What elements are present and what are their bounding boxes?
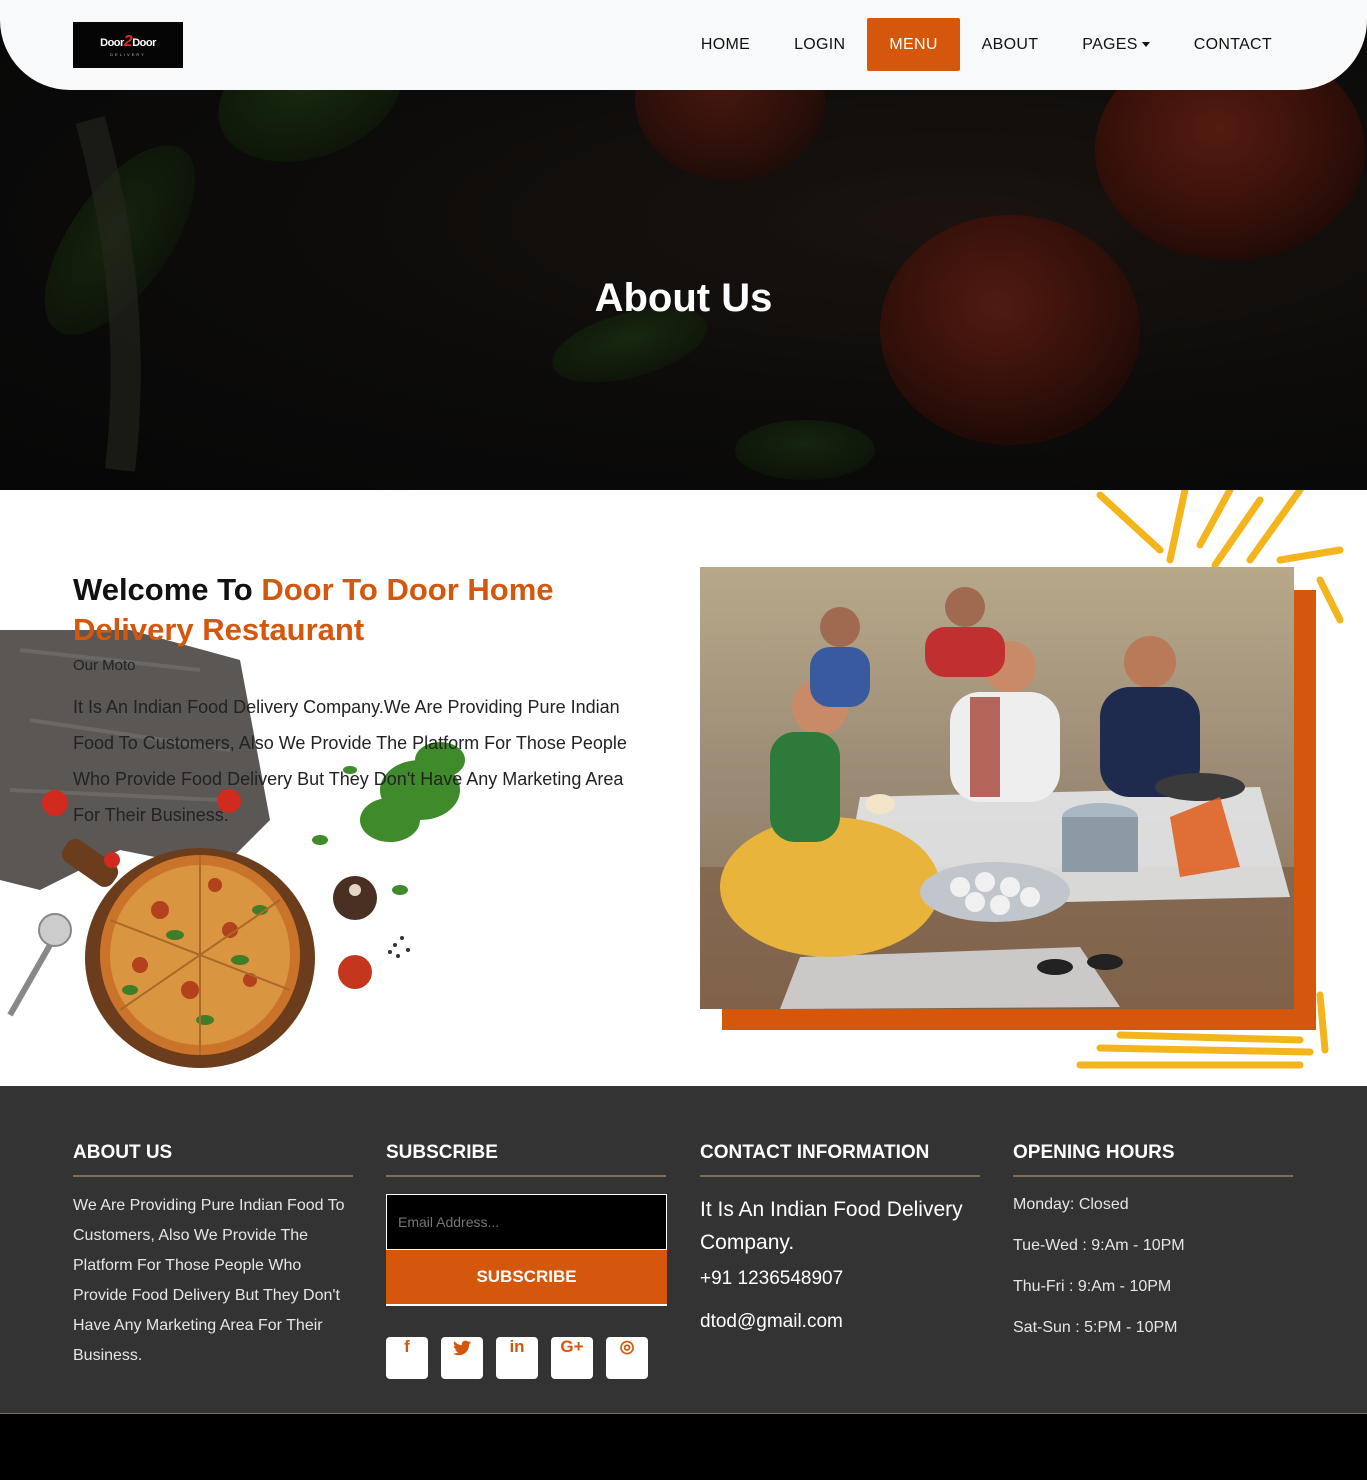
- caret-down-icon: [1141, 42, 1150, 47]
- nav-item-pages[interactable]: PAGES: [1060, 18, 1171, 71]
- nav-item-pages-label: PAGES: [1082, 35, 1138, 53]
- about-painting-image: [700, 567, 1294, 1009]
- instagram-icon[interactable]: ◎: [606, 1337, 648, 1379]
- nav-menu: HOME LOGIN MENU ABOUT PAGES CONTACT: [679, 18, 1294, 71]
- painting-illustration: [700, 567, 1294, 1009]
- contact-phone[interactable]: +91 1236548907: [700, 1268, 980, 1290]
- hours-row: Monday: Closed: [1013, 1196, 1129, 1213]
- contact-description: It Is An Indian Food Delivery Company.: [700, 1198, 963, 1254]
- about-subheading: Our Moto: [73, 657, 136, 674]
- nav-item-about[interactable]: ABOUT: [960, 18, 1061, 71]
- contact-email[interactable]: dtod@gmail.com: [700, 1311, 980, 1333]
- hours-row: Thu-Fri : 9:Am - 10PM: [1013, 1278, 1172, 1295]
- footer-about-title: ABOUT US: [73, 1142, 353, 1177]
- page-title: About Us: [594, 276, 773, 320]
- welcome-heading-plain: Welcome To: [73, 572, 262, 607]
- google-plus-icon[interactable]: G+: [551, 1337, 593, 1379]
- footer: ABOUT US We Are Providing Pure Indian Fo…: [0, 1086, 1367, 1413]
- footer-subscribe-column: SUBSCRIBE SUBSCRIBE f in G+ ◎: [386, 1142, 667, 1379]
- footer-about-column: ABOUT US We Are Providing Pure Indian Fo…: [73, 1142, 353, 1371]
- twitter-icon[interactable]: [441, 1337, 483, 1379]
- logo-text: Door2Door: [100, 33, 156, 50]
- nav-item-menu[interactable]: MENU: [867, 18, 960, 71]
- navbar: Door2Door DELIVERY HOME LOGIN MENU ABOUT…: [0, 0, 1367, 90]
- social-links: f in G+ ◎: [386, 1337, 666, 1379]
- twitter-bird-glyph: [453, 1340, 471, 1356]
- logo[interactable]: Door2Door DELIVERY: [73, 22, 183, 68]
- linkedin-icon[interactable]: in: [496, 1337, 538, 1379]
- footer-bottom-bar: [0, 1413, 1367, 1480]
- footer-contact-title: CONTACT INFORMATION: [700, 1142, 980, 1177]
- footer-hours-column: OPENING HOURS Monday: Closed Tue-Wed : 9…: [1013, 1142, 1293, 1348]
- logo-subtext: DELIVERY: [110, 52, 146, 57]
- footer-about-text: We Are Providing Pure Indian Food To Cus…: [73, 1197, 345, 1364]
- hours-row: Sat-Sun : 5:PM - 10PM: [1013, 1319, 1178, 1336]
- footer-subscribe-title: SUBSCRIBE: [386, 1142, 666, 1177]
- footer-contact-column: CONTACT INFORMATION It Is An Indian Food…: [700, 1142, 980, 1333]
- hours-row: Tue-Wed : 9:Am - 10PM: [1013, 1237, 1185, 1254]
- nav-item-login[interactable]: LOGIN: [772, 18, 867, 71]
- facebook-icon[interactable]: f: [386, 1337, 428, 1379]
- email-input[interactable]: [386, 1194, 667, 1250]
- nav-item-home[interactable]: HOME: [679, 18, 772, 71]
- welcome-heading: Welcome To Door To Door Home Delivery Re…: [73, 570, 593, 650]
- about-description: It Is An Indian Food Delivery Company.We…: [73, 697, 627, 825]
- subscribe-button[interactable]: SUBSCRIBE: [386, 1250, 667, 1306]
- nav-item-contact[interactable]: CONTACT: [1172, 18, 1294, 71]
- footer-hours-title: OPENING HOURS: [1013, 1142, 1293, 1177]
